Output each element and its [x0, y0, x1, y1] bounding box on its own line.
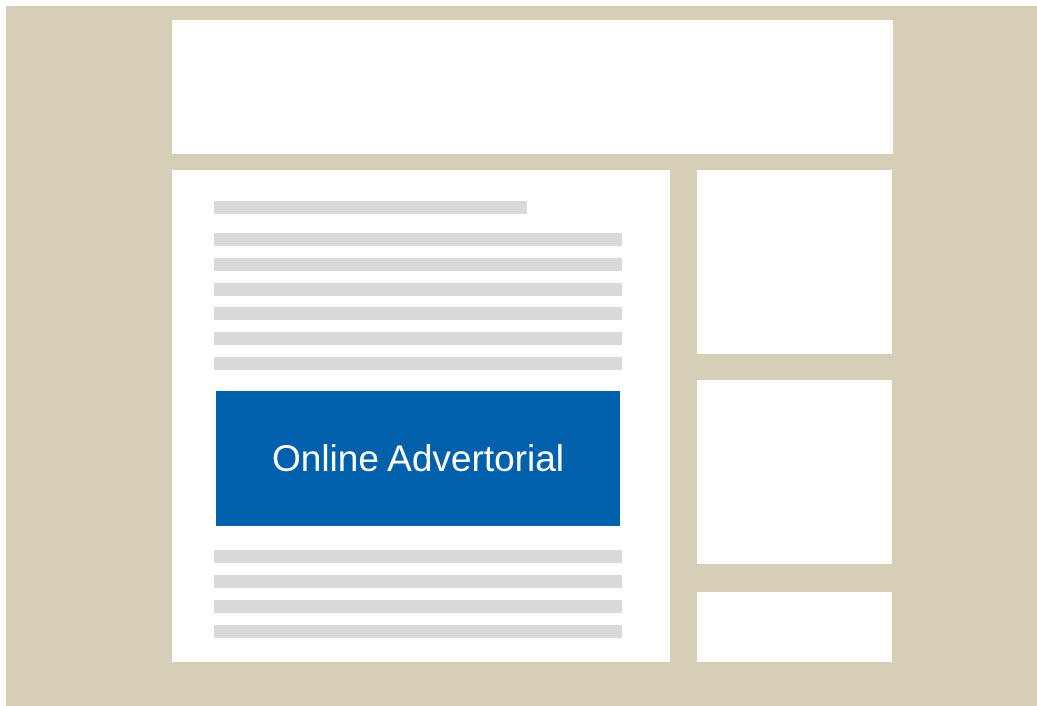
sidebar-placeholder-top	[697, 170, 892, 354]
sidebar-placeholder-middle	[697, 380, 892, 564]
advertorial-label: Online Advertorial	[271, 437, 565, 479]
article-text-line	[214, 332, 622, 345]
article-placeholder: Online Advertorial	[172, 170, 670, 662]
article-text-line	[214, 575, 622, 588]
article-text-line	[214, 283, 622, 296]
article-text-line	[214, 258, 622, 271]
article-text-line	[214, 357, 622, 370]
article-text-line	[214, 600, 622, 613]
page-background: Online Advertorial	[6, 6, 1037, 706]
advertorial-block: Online Advertorial	[216, 391, 620, 526]
article-text-line	[214, 233, 622, 246]
article-headline-placeholder	[214, 201, 527, 214]
article-text-line	[214, 625, 622, 638]
article-text-line	[214, 307, 622, 320]
article-text-line	[214, 550, 622, 563]
header-placeholder	[172, 20, 893, 154]
sidebar-placeholder-bottom	[697, 592, 892, 662]
